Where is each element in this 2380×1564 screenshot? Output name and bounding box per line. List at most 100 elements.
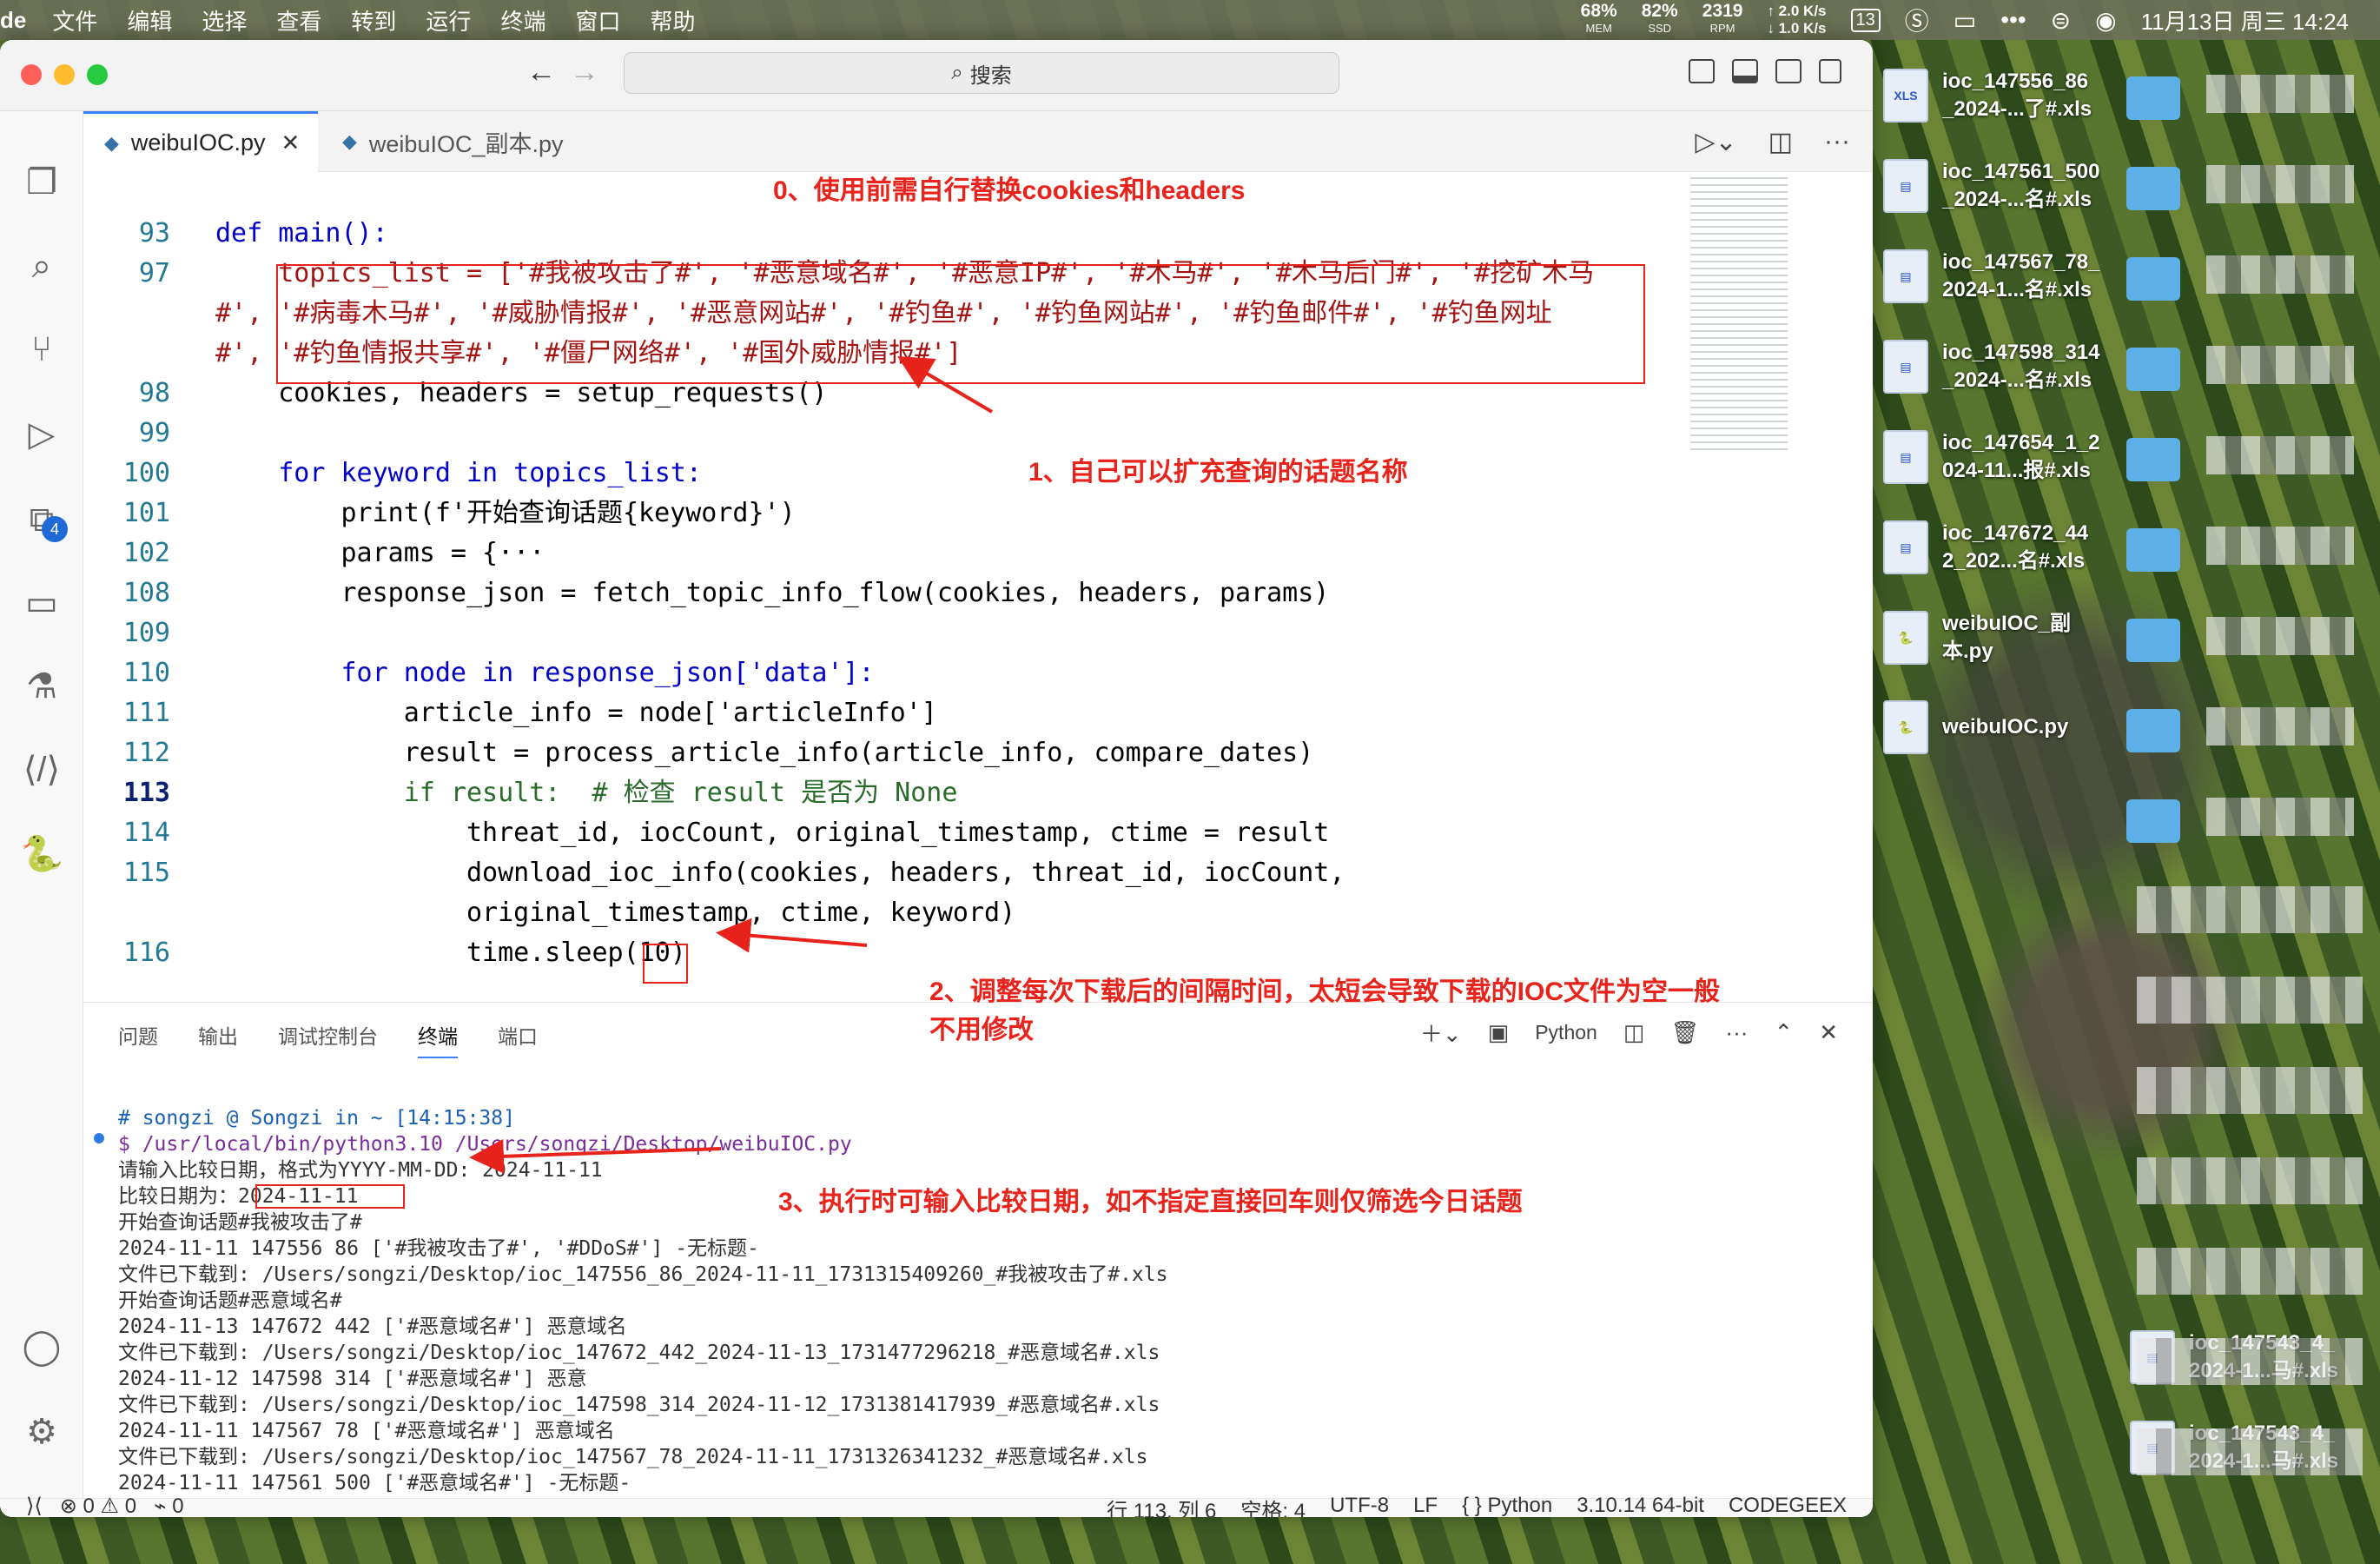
tab-debug-console[interactable]: 调试控制台	[278, 1020, 378, 1058]
blurred-file[interactable]	[2137, 977, 2363, 1024]
menu-view[interactable]: 查看	[276, 4, 321, 36]
desktop-file-icon[interactable]: 🐍 weibuIOC_副 本.py	[1883, 610, 2125, 666]
blurred-file[interactable]	[2137, 1067, 2363, 1114]
folder-icon[interactable]	[2126, 257, 2180, 301]
tab-output[interactable]: 输出	[198, 1020, 238, 1058]
codegeex-icon[interactable]: ⟨/⟩	[19, 747, 64, 792]
run-python-icon[interactable]: ▷⌄	[1695, 127, 1736, 157]
codegeex-status[interactable]: CODEGEEX	[1729, 1494, 1847, 1517]
source-control-icon[interactable]: ⑂	[19, 327, 64, 372]
blurred-label	[2206, 617, 2354, 655]
language-mode[interactable]: { } Python	[1462, 1494, 1552, 1517]
tab-weibuioc-copy[interactable]: ◆ weibuIOC_副本.py	[321, 111, 608, 172]
command-center-search[interactable]: ⌕ 搜索	[624, 52, 1339, 94]
desktop-file-icon[interactable]: ▤ ioc_147672_44 2_202...名#.xls	[1883, 520, 2125, 575]
close-window-button[interactable]	[21, 64, 42, 85]
label-line-1: weibuIOC.py	[1942, 715, 2069, 739]
tab-ports[interactable]: 端口	[498, 1020, 538, 1058]
code-text: response_json = fetch_topic_info_flow(co…	[215, 578, 1330, 608]
network-stat[interactable]: ↑ 2.0 K/s ↓ 1.0 K/s	[1767, 3, 1826, 37]
desktop-file-icon[interactable]: ▤ ioc_147598_314 _2024-...名#.xls	[1883, 339, 2125, 394]
explorer-icon[interactable]: ❐	[19, 160, 64, 205]
annotation-3: 3、执行时可输入比较日期，如不指定直接回车则仅筛选今日话题	[778, 1188, 1523, 1216]
cursor-position[interactable]: 行 113, 列 6	[1107, 1494, 1216, 1517]
desktop-file-icon[interactable]: ▤ ioc_147654_1_2 024-11...报#.xls	[1883, 429, 2125, 485]
testing-icon[interactable]: ⚗	[19, 664, 64, 709]
menu-window[interactable]: 窗口	[575, 4, 620, 36]
folder-icon[interactable]	[2126, 348, 2180, 391]
encoding[interactable]: UTF-8	[1330, 1494, 1389, 1517]
close-panel-icon[interactable]: ✕	[1819, 1019, 1838, 1046]
blurred-file[interactable]	[2137, 886, 2363, 933]
account-icon[interactable]: ◯	[19, 1324, 64, 1369]
toggle-secondary-sidebar-icon[interactable]	[1775, 59, 1802, 83]
search-icon[interactable]: ⌕	[19, 243, 64, 288]
python-icon[interactable]: 🐍	[19, 831, 64, 876]
rpm-stat[interactable]: 2319 RPM	[1702, 2, 1743, 37]
tab-weibuioc[interactable]: ◆ weibuIOC.py ✕	[83, 111, 318, 172]
blurred-file[interactable]	[2137, 1157, 2363, 1204]
customize-layout-icon[interactable]	[1819, 59, 1841, 83]
terminal-output[interactable]: # songzi @ Songzi in ~ [14:15:38] $ /usr/…	[118, 1105, 1167, 1517]
more-icon[interactable]: •••	[2000, 6, 2026, 34]
folder-icon[interactable]	[2126, 619, 2180, 662]
menu-help[interactable]: 帮助	[650, 4, 695, 36]
blurred-file[interactable]	[2137, 1428, 2363, 1475]
clock[interactable]: 11月13日 周三 14:24	[2141, 4, 2349, 36]
back-arrow-icon[interactable]: ←	[526, 56, 556, 89]
indentation[interactable]: 空格: 4	[1240, 1494, 1306, 1517]
end-of-line[interactable]: LF	[1413, 1494, 1438, 1517]
close-tab-icon[interactable]: ✕	[281, 129, 301, 156]
run-debug-icon[interactable]: ▷	[19, 412, 64, 457]
ports-indicator[interactable]: ⌁ 0	[154, 1494, 183, 1517]
python-file-icon: ◆	[342, 130, 357, 152]
menu-selection[interactable]: 选择	[202, 4, 247, 36]
command-decoration-dot[interactable]	[94, 1133, 104, 1143]
folder-icon[interactable]	[2126, 709, 2180, 752]
forward-arrow-icon[interactable]: →	[570, 56, 599, 89]
interpreter[interactable]: 3.10.14 64-bit	[1577, 1494, 1704, 1517]
tab-problems[interactable]: 问题	[118, 1020, 158, 1058]
ssd-stat[interactable]: 82% SSD	[1642, 2, 1678, 37]
problems-indicator[interactable]: ⊗ 0 ⚠ 0	[60, 1494, 136, 1517]
menu-file[interactable]: 文件	[52, 4, 97, 36]
desktop-file-icon[interactable]: ▤ ioc_147567_78_ 2024-1...名#.xls	[1883, 249, 2125, 304]
battery-icon[interactable]: ▭	[1954, 6, 1976, 35]
remote-explorer-icon[interactable]: ▭	[19, 580, 64, 626]
remote-icon[interactable]: ⟩⟨	[26, 1494, 43, 1517]
settings-gear-icon[interactable]: ⚙	[19, 1409, 64, 1455]
app-menu[interactable]: de	[0, 7, 26, 34]
terminal-line: 请输入比较日期，格式为YYYY-MM-DD: 2024-11-11	[118, 1159, 603, 1182]
minimize-window-button[interactable]	[54, 64, 75, 85]
mem-stat[interactable]: 68% MEM	[1581, 2, 1617, 37]
calendar-icon[interactable]: 13	[1850, 8, 1881, 32]
tab-terminal[interactable]: 终端	[418, 1020, 458, 1058]
blurred-file[interactable]	[2137, 1338, 2363, 1385]
desktop-file-icon[interactable]: XLS ioc_147556_86 _2024-...了#.xls	[1883, 68, 2125, 123]
minimap[interactable]	[1690, 172, 1788, 450]
more-actions-icon[interactable]: ···	[1824, 127, 1850, 157]
menu-edit[interactable]: 编辑	[127, 4, 172, 36]
folder-icon[interactable]	[2126, 528, 2180, 572]
split-editor-icon[interactable]: ◫	[1768, 127, 1793, 157]
maximize-window-button[interactable]	[87, 64, 108, 85]
toggle-panel-icon[interactable]	[1732, 59, 1758, 83]
blurred-file[interactable]	[2137, 1248, 2363, 1295]
folder-icon[interactable]	[2126, 799, 2180, 843]
siri-icon[interactable]: ◉	[2095, 6, 2116, 35]
menu-run[interactable]: 运行	[426, 4, 471, 36]
desktop-file-label: ioc_147654_1_2 024-11...报#.xls	[1942, 429, 2125, 485]
toggle-sidebar-icon[interactable]	[1689, 59, 1715, 83]
desktop-file-icon[interactable]: ▤ ioc_147561_500 _2024-...名#.xls	[1883, 158, 2125, 214]
control-center-icon[interactable]: ⊜	[2051, 6, 2071, 35]
sogou-icon[interactable]: Ⓢ	[1905, 3, 1929, 37]
label-line-2: _2024-...名#.xls	[1942, 188, 2092, 211]
blurred-label	[2206, 527, 2354, 565]
folder-icon[interactable]	[2126, 167, 2180, 210]
maximize-panel-icon[interactable]: ⌃	[1774, 1019, 1793, 1046]
menu-go[interactable]: 转到	[351, 4, 396, 36]
desktop-file-icon[interactable]: 🐍 weibuIOC.py	[1883, 700, 2125, 754]
menu-terminal[interactable]: 终端	[500, 4, 545, 36]
folder-icon[interactable]	[2126, 438, 2180, 481]
folder-icon[interactable]	[2126, 76, 2180, 120]
